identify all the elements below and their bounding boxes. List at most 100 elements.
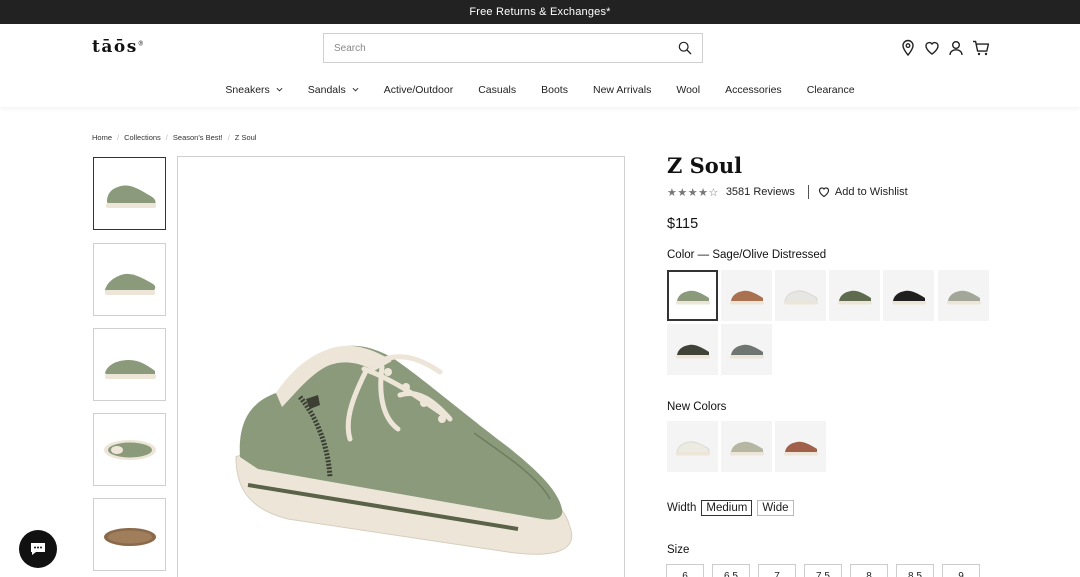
announcement-text: Free Returns & Exchanges* <box>469 6 611 18</box>
breadcrumb-separator: / <box>165 133 168 142</box>
color-swatch-sage-olive[interactable] <box>667 270 718 321</box>
add-to-wishlist-button[interactable]: Add to Wishlist <box>818 186 908 198</box>
main-product-image[interactable] <box>177 156 625 577</box>
chevron-down-icon <box>352 87 359 92</box>
main-nav: Sneakers Sandals Active/Outdoor Casuals … <box>0 72 1080 107</box>
breadcrumb: Home / Collections / Season's Best! / Z Sou… <box>92 133 256 142</box>
nav-sneakers[interactable]: Sneakers <box>213 84 295 96</box>
cart-icon[interactable] <box>972 39 990 57</box>
brand-logo[interactable]: tāōs® <box>92 37 144 57</box>
color-swatch-7[interactable] <box>667 324 718 375</box>
chevron-down-icon <box>276 87 283 92</box>
header-icons <box>900 39 990 57</box>
chat-button[interactable] <box>19 530 57 568</box>
width-option-wide[interactable]: Wide <box>757 500 794 516</box>
nav-wool[interactable]: Wool <box>664 84 713 96</box>
nav-clearance[interactable]: Clearance <box>794 84 867 96</box>
breadcrumb-collections[interactable]: Collections <box>124 133 161 142</box>
reviews-link[interactable]: 3581 Reviews <box>726 186 795 198</box>
product-price: $115 <box>667 216 699 232</box>
wishlist-label: Add to Wishlist <box>834 186 908 198</box>
search-icon[interactable] <box>678 41 692 55</box>
shoe-image <box>104 273 155 295</box>
nav-active-outdoor[interactable]: Active/Outdoor <box>371 84 465 96</box>
star-rating[interactable]: ★★★★☆ <box>667 186 719 199</box>
shoe-image <box>891 290 926 304</box>
breadcrumb-seasons-best[interactable]: Season's Best! <box>173 133 223 142</box>
nav-label: Wool <box>676 83 701 96</box>
thumbnail-inner-side[interactable] <box>93 328 166 401</box>
size-option[interactable]: 7.5 <box>804 564 842 577</box>
thumbnail-side-view[interactable] <box>93 157 166 230</box>
nav-boots[interactable]: Boots <box>529 84 581 96</box>
heart-icon[interactable] <box>924 39 940 57</box>
logo-mark: ® <box>137 40 144 48</box>
announcement-bar: Free Returns & Exchanges* <box>0 0 1080 24</box>
nav-label: Sandals <box>307 83 346 96</box>
size-option[interactable]: 7 <box>758 564 796 577</box>
nav-casuals[interactable]: Casuals <box>466 84 529 96</box>
nav-label: Sneakers <box>225 83 270 96</box>
breadcrumb-separator: / <box>227 133 230 142</box>
account-icon[interactable] <box>948 39 964 57</box>
search-box <box>323 33 703 63</box>
nav-new-arrivals[interactable]: New Arrivals <box>580 84 663 96</box>
shoe-image <box>837 290 872 304</box>
size-option[interactable]: 9 <box>942 564 980 577</box>
thumbnail-outer-side[interactable] <box>93 243 166 316</box>
color-swatch-5[interactable] <box>883 270 934 321</box>
size-option[interactable]: 6 <box>666 564 704 577</box>
location-icon[interactable] <box>900 39 916 57</box>
new-color-swatch-1[interactable] <box>667 421 718 472</box>
thumbnail-top-view[interactable] <box>93 413 166 486</box>
shoe-image <box>675 290 710 304</box>
color-swatch-8[interactable] <box>721 324 772 375</box>
shoe-image <box>729 290 764 304</box>
new-color-swatch-2[interactable] <box>721 421 772 472</box>
nav-label: Active/Outdoor <box>383 83 454 96</box>
divider <box>807 185 809 199</box>
shoe-image <box>783 290 818 304</box>
color-swatch-2[interactable] <box>721 270 772 321</box>
shoe-image <box>675 344 710 358</box>
product-title: Z Soul <box>667 153 743 178</box>
width-selector: Width Medium Wide <box>667 500 794 516</box>
nav-sandals[interactable]: Sandals <box>295 84 371 96</box>
size-option[interactable]: 6.5 <box>712 564 750 577</box>
nav-label: Clearance <box>806 83 855 96</box>
size-option[interactable]: 8 <box>850 564 888 577</box>
size-options: 6 6.5 7 7.5 8 8.5 9 <box>666 564 980 577</box>
shoe-image <box>729 344 764 358</box>
chat-bubble-icon <box>31 543 45 555</box>
site-header: tāōs® <box>0 24 1080 72</box>
search-input[interactable] <box>324 34 654 62</box>
size-option[interactable]: 8.5 <box>896 564 934 577</box>
shoe-image <box>103 527 156 546</box>
nav-label: Accessories <box>725 83 782 96</box>
color-swatch-3[interactable] <box>775 270 826 321</box>
nav-label: Boots <box>541 83 568 96</box>
width-option-medium[interactable]: Medium <box>701 500 753 516</box>
size-label: Size <box>667 544 690 556</box>
shoe-image <box>103 439 156 460</box>
color-swatch-4[interactable] <box>829 270 880 321</box>
shoe-image <box>729 441 764 455</box>
color-label: Color — Sage/Olive Distressed <box>667 249 827 261</box>
logo-text: tāōs <box>92 37 138 57</box>
nav-accessories[interactable]: Accessories <box>713 84 795 96</box>
rating-row: ★★★★☆ 3581 Reviews Add to Wishlist <box>667 185 908 199</box>
width-label: Width <box>667 502 697 514</box>
shoe-image <box>783 441 818 455</box>
color-swatch-6[interactable] <box>938 270 989 321</box>
new-colors-label: New Colors <box>667 401 727 413</box>
breadcrumb-home[interactable]: Home <box>92 133 112 142</box>
new-color-swatch-3[interactable] <box>775 421 826 472</box>
shoe-image <box>675 441 710 455</box>
shoe-image <box>946 290 981 304</box>
breadcrumb-current: Z Soul <box>234 133 257 142</box>
shoe-image <box>105 184 156 208</box>
nav-label: New Arrivals <box>592 83 652 96</box>
heart-icon <box>818 187 829 198</box>
thumbnail-sole-view[interactable] <box>93 498 166 571</box>
breadcrumb-separator: / <box>117 133 120 142</box>
